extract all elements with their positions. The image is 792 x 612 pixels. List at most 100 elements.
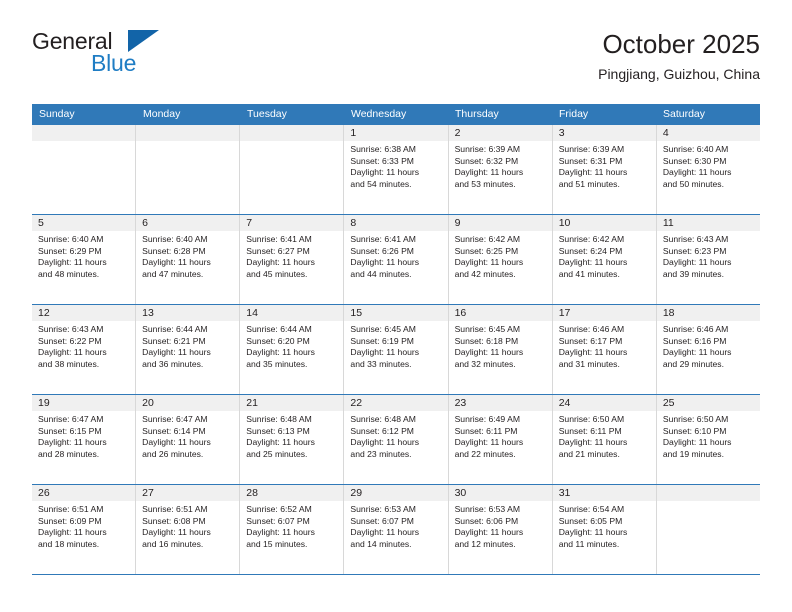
daylight-text-line1: Daylight: 11 hours bbox=[38, 527, 107, 538]
daylight-text-line1: Daylight: 11 hours bbox=[350, 437, 420, 448]
day-details: Sunrise: 6:45 AM Sunset: 6:18 PM Dayligh… bbox=[449, 321, 552, 370]
day-cell[interactable]: 24 Sunrise: 6:50 AM Sunset: 6:11 PM Dayl… bbox=[552, 395, 657, 484]
page-title: October 2025 bbox=[602, 29, 760, 59]
calendar-page: General Blue October 2025 Pingjiang, Gui… bbox=[0, 0, 792, 612]
sunset-text: Sunset: 6:10 PM bbox=[662, 425, 727, 436]
sunrise-text: Sunrise: 6:39 AM bbox=[454, 144, 521, 154]
sunrise-text: Sunrise: 6:44 AM bbox=[246, 324, 312, 334]
day-cell[interactable]: 27 Sunrise: 6:51 AM Sunset: 6:08 PM Dayl… bbox=[136, 485, 241, 574]
day-cell[interactable]: 31 Sunrise: 6:54 AM Sunset: 6:05 PM Dayl… bbox=[552, 485, 657, 574]
day-details bbox=[657, 501, 760, 504]
day-cell[interactable]: 15 Sunrise: 6:45 AM Sunset: 6:19 PM Dayl… bbox=[344, 305, 449, 394]
daylight-text-line2: and 32 minutes. bbox=[454, 358, 516, 369]
day-number: 30 bbox=[448, 485, 552, 501]
day-cell[interactable]: 25 Sunrise: 6:50 AM Sunset: 6:10 PM Dayl… bbox=[656, 395, 760, 484]
weekday-header-row: Sunday Monday Tuesday Wednesday Thursday… bbox=[32, 104, 760, 125]
day-number bbox=[656, 485, 760, 501]
daylight-text-line2: and 29 minutes. bbox=[662, 358, 724, 369]
day-cell[interactable]: 6 Sunrise: 6:40 AM Sunset: 6:28 PM Dayli… bbox=[136, 215, 241, 304]
day-cell[interactable]: 5 Sunrise: 6:40 AM Sunset: 6:29 PM Dayli… bbox=[32, 215, 137, 304]
day-cell[interactable]: 20 Sunrise: 6:47 AM Sunset: 6:14 PM Dayl… bbox=[136, 395, 241, 484]
daylight-text-line1: Daylight: 11 hours bbox=[38, 437, 107, 448]
day-details bbox=[32, 141, 135, 144]
day-cell[interactable]: 7 Sunrise: 6:41 AM Sunset: 6:27 PM Dayli… bbox=[240, 215, 345, 304]
sunrise-text: Sunrise: 6:47 AM bbox=[142, 414, 208, 424]
sunset-text: Sunset: 6:06 PM bbox=[454, 515, 519, 526]
sunrise-text: Sunrise: 6:40 AM bbox=[662, 144, 729, 154]
sunrise-text: Sunrise: 6:48 AM bbox=[350, 414, 416, 424]
day-cell[interactable]: 18 Sunrise: 6:46 AM Sunset: 6:16 PM Dayl… bbox=[656, 305, 760, 394]
day-details: Sunrise: 6:41 AM Sunset: 6:26 PM Dayligh… bbox=[344, 231, 447, 280]
day-cell[interactable]: 1 Sunrise: 6:38 AM Sunset: 6:33 PM Dayli… bbox=[344, 125, 449, 214]
day-details: Sunrise: 6:51 AM Sunset: 6:08 PM Dayligh… bbox=[136, 501, 239, 550]
day-cell[interactable]: 12 Sunrise: 6:43 AM Sunset: 6:22 PM Dayl… bbox=[32, 305, 137, 394]
title-block: October 2025 Pingjiang, Guizhou, China bbox=[598, 28, 760, 84]
day-cell[interactable]: 28 Sunrise: 6:52 AM Sunset: 6:07 PM Dayl… bbox=[240, 485, 345, 574]
sunrise-text: Sunrise: 6:38 AM bbox=[350, 144, 416, 154]
sunset-text: Sunset: 6:16 PM bbox=[662, 335, 727, 346]
day-cell[interactable]: 10 Sunrise: 6:42 AM Sunset: 6:24 PM Dayl… bbox=[552, 215, 657, 304]
sunrise-text: Sunrise: 6:41 AM bbox=[350, 234, 416, 244]
day-number: 12 bbox=[32, 305, 136, 321]
day-cell[interactable]: 16 Sunrise: 6:45 AM Sunset: 6:18 PM Dayl… bbox=[448, 305, 553, 394]
daylight-text-line1: Daylight: 11 hours bbox=[662, 167, 732, 178]
day-cell[interactable]: 11 Sunrise: 6:43 AM Sunset: 6:23 PM Dayl… bbox=[656, 215, 760, 304]
day-number: 1 bbox=[344, 125, 448, 141]
daylight-text-line2: and 36 minutes. bbox=[142, 358, 204, 369]
day-details: Sunrise: 6:44 AM Sunset: 6:21 PM Dayligh… bbox=[136, 321, 239, 370]
sunset-text: Sunset: 6:22 PM bbox=[38, 335, 102, 346]
daylight-text-line1: Daylight: 11 hours bbox=[454, 257, 524, 268]
sunrise-text: Sunrise: 6:42 AM bbox=[454, 234, 521, 244]
day-cell[interactable]: 2 Sunrise: 6:39 AM Sunset: 6:32 PM Dayli… bbox=[448, 125, 553, 214]
day-details: Sunrise: 6:42 AM Sunset: 6:25 PM Dayligh… bbox=[449, 231, 552, 280]
day-cell[interactable] bbox=[136, 125, 241, 214]
sunset-text: Sunset: 6:19 PM bbox=[350, 335, 414, 346]
daylight-text-line1: Daylight: 11 hours bbox=[246, 347, 315, 358]
day-details: Sunrise: 6:40 AM Sunset: 6:28 PM Dayligh… bbox=[136, 231, 239, 280]
day-cell[interactable]: 22 Sunrise: 6:48 AM Sunset: 6:12 PM Dayl… bbox=[344, 395, 449, 484]
day-details: Sunrise: 6:41 AM Sunset: 6:27 PM Dayligh… bbox=[240, 231, 343, 280]
daylight-text-line1: Daylight: 11 hours bbox=[246, 257, 315, 268]
sunset-text: Sunset: 6:05 PM bbox=[558, 515, 623, 526]
sunset-text: Sunset: 6:32 PM bbox=[454, 155, 519, 166]
day-cell[interactable]: 14 Sunrise: 6:44 AM Sunset: 6:20 PM Dayl… bbox=[240, 305, 345, 394]
day-cell[interactable]: 4 Sunrise: 6:40 AM Sunset: 6:30 PM Dayli… bbox=[656, 125, 760, 214]
calendar-grid: Sunday Monday Tuesday Wednesday Thursday… bbox=[32, 104, 760, 575]
day-cell[interactable] bbox=[240, 125, 345, 214]
sunset-text: Sunset: 6:17 PM bbox=[558, 335, 623, 346]
day-cell[interactable]: 26 Sunrise: 6:51 AM Sunset: 6:09 PM Dayl… bbox=[32, 485, 137, 574]
day-number: 14 bbox=[240, 305, 344, 321]
day-number: 25 bbox=[656, 395, 760, 411]
day-cell[interactable]: 17 Sunrise: 6:46 AM Sunset: 6:17 PM Dayl… bbox=[552, 305, 657, 394]
daylight-text-line2: and 28 minutes. bbox=[38, 448, 100, 459]
day-cell[interactable]: 29 Sunrise: 6:53 AM Sunset: 6:07 PM Dayl… bbox=[344, 485, 449, 574]
day-details: Sunrise: 6:53 AM Sunset: 6:06 PM Dayligh… bbox=[449, 501, 552, 550]
day-cell[interactable] bbox=[656, 485, 760, 574]
day-cell[interactable]: 30 Sunrise: 6:53 AM Sunset: 6:06 PM Dayl… bbox=[448, 485, 553, 574]
daylight-text-line1: Daylight: 11 hours bbox=[38, 257, 107, 268]
day-number: 29 bbox=[344, 485, 448, 501]
daylight-text-line1: Daylight: 11 hours bbox=[454, 167, 524, 178]
daylight-text-line1: Daylight: 11 hours bbox=[142, 257, 211, 268]
daylight-text-line1: Daylight: 11 hours bbox=[38, 347, 107, 358]
day-cell[interactable]: 19 Sunrise: 6:47 AM Sunset: 6:15 PM Dayl… bbox=[32, 395, 137, 484]
daylight-text-line1: Daylight: 11 hours bbox=[662, 437, 732, 448]
day-cell[interactable]: 3 Sunrise: 6:39 AM Sunset: 6:31 PM Dayli… bbox=[552, 125, 657, 214]
day-details: Sunrise: 6:45 AM Sunset: 6:19 PM Dayligh… bbox=[344, 321, 447, 370]
day-cell[interactable] bbox=[32, 125, 137, 214]
sunrise-text: Sunrise: 6:48 AM bbox=[246, 414, 312, 424]
day-cell[interactable]: 9 Sunrise: 6:42 AM Sunset: 6:25 PM Dayli… bbox=[448, 215, 553, 304]
weekday-header-tuesday: Tuesday bbox=[247, 108, 287, 120]
day-cell[interactable]: 8 Sunrise: 6:41 AM Sunset: 6:26 PM Dayli… bbox=[344, 215, 449, 304]
sunrise-text: Sunrise: 6:45 AM bbox=[454, 324, 521, 334]
daylight-text-line2: and 54 minutes. bbox=[350, 178, 412, 189]
daylight-text-line1: Daylight: 11 hours bbox=[142, 437, 211, 448]
day-cell[interactable]: 21 Sunrise: 6:48 AM Sunset: 6:13 PM Dayl… bbox=[240, 395, 345, 484]
day-number: 7 bbox=[240, 215, 344, 231]
day-cell[interactable]: 23 Sunrise: 6:49 AM Sunset: 6:11 PM Dayl… bbox=[448, 395, 553, 484]
day-details: Sunrise: 6:50 AM Sunset: 6:11 PM Dayligh… bbox=[553, 411, 656, 460]
calendar-week-row: 19 Sunrise: 6:47 AM Sunset: 6:15 PM Dayl… bbox=[32, 395, 760, 485]
day-number: 22 bbox=[344, 395, 448, 411]
daylight-text-line2: and 45 minutes. bbox=[246, 268, 308, 279]
day-cell[interactable]: 13 Sunrise: 6:44 AM Sunset: 6:21 PM Dayl… bbox=[136, 305, 241, 394]
